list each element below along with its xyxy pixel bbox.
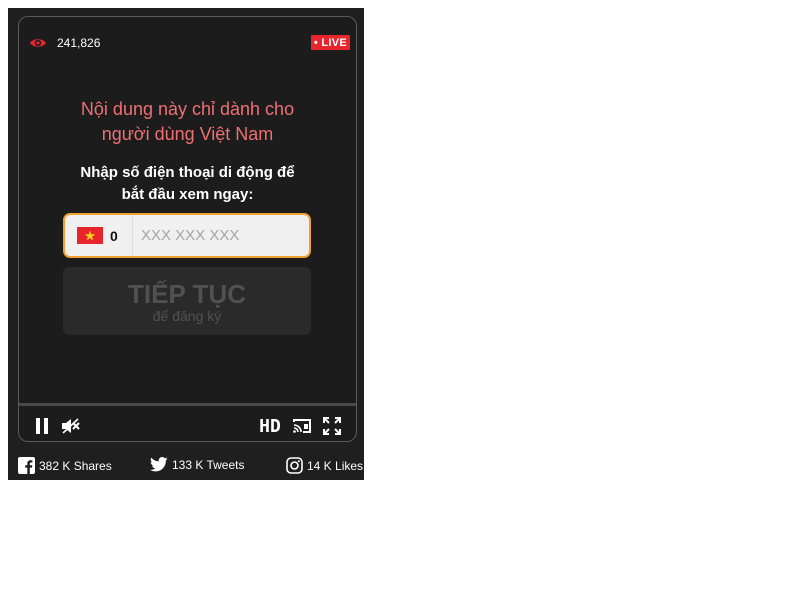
player-controls: HD (19, 415, 356, 437)
facebook-shares[interactable]: 382 K Shares (18, 457, 112, 474)
twitter-tweets[interactable]: 133 K Tweets (150, 457, 245, 472)
phone-prefix: 0 (110, 227, 118, 244)
fullscreen-button[interactable] (322, 415, 342, 437)
cast-button[interactable] (291, 415, 313, 437)
facebook-icon (18, 457, 35, 474)
fullscreen-icon (323, 417, 341, 435)
phone-prompt: Nhập số điện thoại di động để bắt đầu xe… (19, 162, 356, 206)
twitter-tweets-label: 133 K Tweets (172, 457, 245, 472)
viewer-count: 241,826 (29, 35, 100, 51)
viewer-count-value: 241,826 (57, 36, 101, 50)
mute-icon (62, 418, 80, 434)
continue-label: TIẾP TỤC (128, 279, 246, 309)
phone-divider (132, 215, 133, 256)
pause-icon (36, 418, 48, 434)
headline-line-1: Nội dung này chỉ dành cho (80, 99, 295, 119)
continue-sublabel: để đăng ký (152, 308, 222, 324)
quality-button[interactable]: HD (255, 415, 285, 437)
ad-widget: 241,826 • LIVE Nội dung này chỉ dành cho… (8, 8, 364, 480)
progress-bar[interactable] (19, 403, 356, 406)
headline-line-2: người dùng Việt Nam (101, 124, 274, 144)
prompt-line-1: Nhập số điện thoại di động để (80, 164, 295, 181)
pause-button[interactable] (34, 415, 50, 437)
instagram-likes-label: 14 K Likes (307, 458, 364, 473)
mute-button[interactable] (60, 415, 82, 437)
twitter-icon (150, 457, 168, 472)
eye-icon (30, 39, 46, 47)
instagram-likes[interactable]: 14 K Likes (286, 457, 363, 474)
continue-button[interactable]: TIẾP TỤC để đăng ký (63, 267, 311, 335)
prompt-line-2: bắt đầu xem ngay: (121, 186, 254, 203)
live-badge: • LIVE (310, 35, 350, 50)
instagram-icon (286, 457, 303, 474)
restriction-headline: Nội dung này chỉ dành cho người dùng Việ… (19, 97, 356, 147)
facebook-shares-label: 382 K Shares (39, 458, 112, 473)
video-player: 241,826 • LIVE Nội dung này chỉ dành cho… (18, 16, 357, 442)
phone-input[interactable] (141, 227, 291, 244)
social-bar: 382 K Shares 133 K Tweets 14 K Likes (18, 457, 364, 475)
cast-icon (293, 419, 311, 433)
phone-field[interactable]: 0 (63, 213, 311, 258)
vietnam-flag-icon (77, 227, 103, 244)
